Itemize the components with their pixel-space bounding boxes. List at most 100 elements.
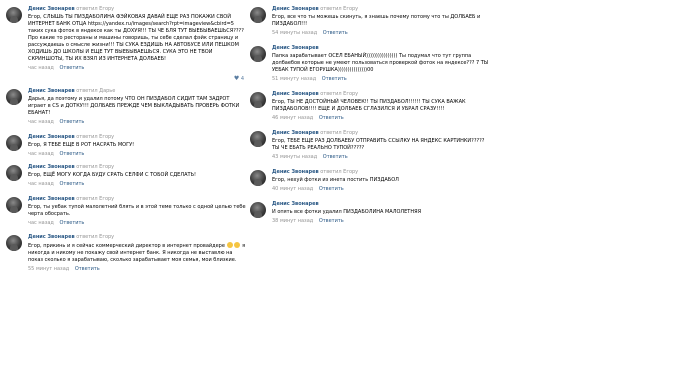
comment-header: Денис Звонарев ответил Егору <box>28 196 246 203</box>
reply-link[interactable]: Ответить <box>59 151 84 157</box>
comment-meta: 46 минут назад Ответить <box>272 115 490 122</box>
comment-reply-to[interactable]: ответил Егору <box>320 91 358 97</box>
comment-header: Денис Звонарев ответил Егору <box>272 91 490 98</box>
comment-author[interactable]: Денис Звонарев <box>28 88 75 94</box>
comment-text: Егор, СЛЫШЬ ТЫ ПИЗДАБОЛИНА ФЭЙКОВАЯ ДАВА… <box>28 14 244 62</box>
comment-reply-to[interactable]: ответил Егору <box>320 130 358 136</box>
avatar[interactable] <box>6 197 22 213</box>
comment-time[interactable]: час назад <box>28 220 54 226</box>
comment-author[interactable]: Денис Звонарев <box>28 196 75 202</box>
comment-reply-to[interactable]: ответил Егору <box>76 164 114 170</box>
comment-author[interactable]: Денис Звонарев <box>272 130 319 136</box>
comment-author[interactable]: Денис Звонарев <box>272 6 319 12</box>
avatar[interactable] <box>6 235 22 251</box>
comment-author[interactable]: Денис Звонарев <box>28 6 75 12</box>
avatar[interactable] <box>6 165 22 181</box>
comment-time[interactable]: 38 минут назад <box>272 218 313 224</box>
comment-reply-to[interactable]: ответил Егору <box>76 6 114 12</box>
reply-link[interactable]: Ответить <box>323 154 348 160</box>
comment-header: Денис Звонарев <box>272 201 490 208</box>
comment-body: Денис Звонарев ответил Егору Егор, СЛЫШЬ… <box>28 6 246 72</box>
comment-header: Денис Звонарев ответил Егору <box>272 6 490 13</box>
avatar[interactable] <box>6 135 22 151</box>
comment-body: Денис Звонарев ответил Егору Егор, ТЕБЕ … <box>272 130 490 161</box>
comment-body: Денис Звонарев ответил Дарье Дарья, да п… <box>28 88 246 126</box>
reply-link[interactable]: Ответить <box>59 119 84 125</box>
comment-time[interactable]: 43 минуты назад <box>272 154 317 160</box>
comment-body: Денис Звонарев ответил Егору Егор, ЕЩЁ М… <box>28 164 246 188</box>
comment-time[interactable]: 54 минуты назад <box>272 30 317 36</box>
comment-time[interactable]: час назад <box>28 65 54 71</box>
reply-link[interactable]: Ответить <box>59 181 84 187</box>
comment-header: Денис Звонарев ответил Егору <box>28 6 246 13</box>
reply-link[interactable]: Ответить <box>319 115 344 121</box>
comment-body: Денис Звонарев ответил Егору Егор, прики… <box>28 234 246 273</box>
avatar[interactable] <box>250 202 266 218</box>
comment-body: Денис Звонарев И опять все фотки удалил … <box>272 201 490 225</box>
comment-text: Дарья, да поэтому и удалил потому ЧТО ОН… <box>28 96 240 116</box>
comment-reply-to[interactable]: ответил Егору <box>76 234 114 240</box>
comment-body: Денис Звонарев ответил Егору Егор, Я ТЕБ… <box>28 134 246 158</box>
comment-reply-to[interactable]: ответил Егору <box>320 6 358 12</box>
comment-time[interactable]: 55 минут назад <box>28 266 69 272</box>
comment-meta: 38 минут назад Ответить <box>272 218 490 225</box>
comment-reply-to[interactable]: ответил Дарье <box>76 88 115 94</box>
avatar[interactable] <box>250 170 266 186</box>
comment-header: Денис Звонарев ответил Егору <box>272 130 490 137</box>
avatar[interactable] <box>250 46 266 62</box>
comment-author[interactable]: Денис Звонарев <box>272 45 319 51</box>
comment-meta: час назад Ответить <box>28 119 246 126</box>
avatar[interactable] <box>250 131 266 147</box>
comment-time[interactable]: час назад <box>28 151 54 157</box>
comment-author[interactable]: Денис Звонарев <box>28 134 75 140</box>
comment-author[interactable]: Денис Звонарев <box>28 164 75 170</box>
comment-body: Денис Звонарев ответил Егору Егор, все ч… <box>272 6 490 37</box>
comment-meta: 43 минуты назад Ответить <box>272 154 490 161</box>
smile-emoji-icon <box>233 242 240 248</box>
comment-body: Денис Звонарев Папка зарабатывает ОСЕЛ Е… <box>272 45 490 83</box>
comment-meta: 54 минуты назад Ответить <box>272 30 490 37</box>
comment-reply-to[interactable]: ответил Егору <box>76 196 114 202</box>
comment-text: Егор, Я ТЕБЕ ЕЩЕ В РОТ НАСРАТЬ МОГУ! <box>28 142 135 148</box>
comment-time[interactable]: час назад <box>28 181 54 187</box>
comment-body: Денис Звонарев ответил Егору Егор, нехуй… <box>272 169 490 193</box>
reply-link[interactable]: Ответить <box>322 76 347 82</box>
comment-text: Егор, прикинь и я сейчас коммерческий ди… <box>28 242 246 264</box>
comment-author[interactable]: Денис Звонарев <box>272 169 319 175</box>
comment-header: Денис Звонарев ответил Дарье <box>28 88 246 95</box>
comment-time[interactable]: 51 минуту назад <box>272 76 316 82</box>
comment-author[interactable]: Денис Звонарев <box>272 91 319 97</box>
comment-meta: час назад Ответить <box>28 151 246 158</box>
comment-meta: 40 минут назад Ответить <box>272 186 490 193</box>
comment-author[interactable]: Денис Звонарев <box>272 201 319 207</box>
like-count: 4 <box>240 76 244 82</box>
comment-meta: 55 минут назад Ответить <box>28 266 246 273</box>
avatar[interactable] <box>250 7 266 23</box>
comment-text: Егор, ТЕБЕ ЕЩЕ РАЗ ДОЛБАЕБУ ОТПРАВИТЬ СС… <box>272 138 485 151</box>
comment-text: Егор, ТЫ НЕ ДОСТОЙНЫЙ ЧЕЛОВЕК!! ТЫ ПИЗДА… <box>272 99 466 112</box>
comment-header: Денис Звонарев ответил Егору <box>272 169 490 176</box>
comment-text: И опять все фотки удалил ПИЗДАБОЛИНА МАЛ… <box>272 209 422 215</box>
comment-header: Денис Звонарев ответил Егору <box>28 164 246 171</box>
avatar[interactable] <box>6 89 22 105</box>
comment-time[interactable]: 46 минут назад <box>272 115 313 121</box>
comment-meta: час назад Ответить <box>28 65 246 72</box>
comment-time[interactable]: час назад <box>28 119 54 125</box>
avatar[interactable] <box>250 92 266 108</box>
comment-author[interactable]: Денис Звонарев <box>28 234 75 240</box>
comment-text-start: Егор, прикинь и я сейчас коммерческий ди… <box>28 243 225 249</box>
comment-reply-to[interactable]: ответил Егору <box>76 134 114 140</box>
comment-time[interactable]: 40 минут назад <box>272 186 313 192</box>
reply-link[interactable]: Ответить <box>319 186 344 192</box>
reply-link[interactable]: Ответить <box>59 65 84 71</box>
avatar[interactable] <box>6 7 22 23</box>
comment-meta: час назад Ответить <box>28 220 246 227</box>
heart-icon: ♥ <box>233 75 240 82</box>
comment-reply-to[interactable]: ответил Егору <box>320 169 358 175</box>
like-button[interactable]: ♥ 4 <box>234 75 244 83</box>
reply-link[interactable]: Ответить <box>323 30 348 36</box>
reply-link[interactable]: Ответить <box>59 220 84 226</box>
reply-link[interactable]: Ответить <box>319 218 344 224</box>
comment-text: Папка зарабатывает ОСЕЛ ЕБАНЫЙ))))))))))… <box>272 53 489 73</box>
reply-link[interactable]: Ответить <box>75 266 100 272</box>
